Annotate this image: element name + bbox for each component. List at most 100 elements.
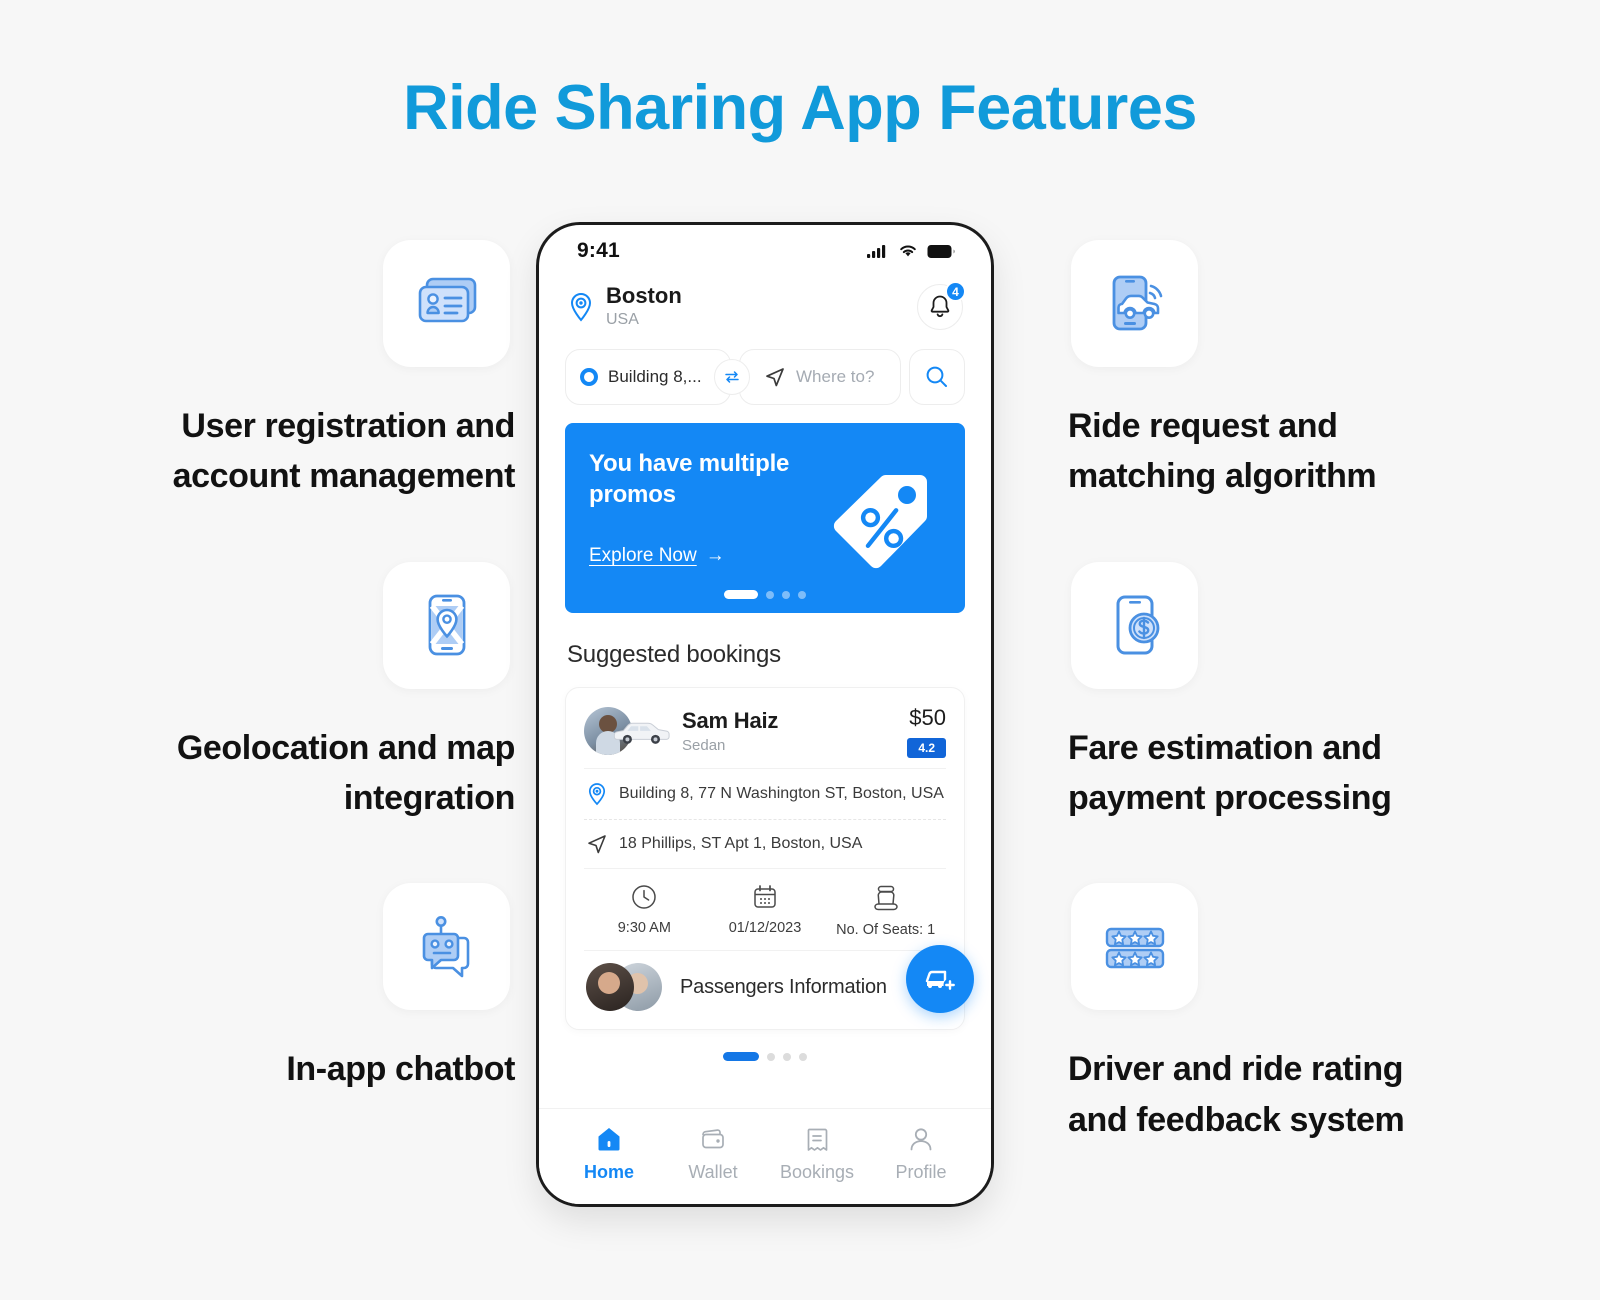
meta-time: 9:30 AM [584, 883, 705, 938]
phone-dollar-coin-icon-box [1071, 561, 1198, 689]
booking-dot-2[interactable] [767, 1052, 775, 1061]
swap-locations-button[interactable] [714, 359, 750, 396]
pickup-input[interactable]: Building 8,... [565, 349, 750, 406]
location-selector[interactable]: Boston USA [567, 283, 682, 331]
location-city: Boston [606, 283, 682, 308]
add-ride-button[interactable] [906, 945, 974, 1014]
profile-icon [910, 1127, 932, 1150]
phone-dollar-coin-icon [1116, 595, 1159, 655]
id-cards-icon [418, 277, 476, 322]
notification-badge: 4 [945, 281, 966, 303]
swap-arrows-icon [725, 371, 739, 383]
explore-now-label: Explore Now [589, 545, 697, 567]
navigation-arrow-icon [588, 835, 606, 854]
poster-root: Ride Sharing App Features User registrat… [0, 0, 1600, 1300]
feature-label: In-app chatbot [286, 1050, 515, 1089]
promo-dot-3[interactable] [782, 590, 790, 599]
dropoff-address-row: 18 Phillips, ST Apt 1, Boston, USA [584, 820, 946, 868]
promo-pagination[interactable] [565, 590, 965, 600]
pickup-radio-icon [580, 368, 598, 387]
chatbot-robot-icon [422, 915, 469, 978]
car-seat-icon [873, 885, 898, 911]
dropoff-address: 18 Phillips, ST Apt 1, Boston, USA [619, 835, 863, 853]
feature-label: User registration and account management [172, 407, 516, 496]
percent-tag-icon [833, 475, 928, 569]
explore-now-link[interactable]: Explore Now → [589, 545, 725, 567]
passenger-avatar-1 [586, 963, 634, 1012]
bottom-tab-bar: Home Wallet Bookings Profile [539, 1108, 991, 1204]
cellular-signal-icon [867, 245, 886, 258]
phone-map-pin-icon-box [383, 561, 510, 689]
search-icon [926, 366, 947, 388]
tab-home-label: Home [583, 1161, 634, 1182]
booking-header: Sam Haiz Sedan $50 4.2 [584, 704, 946, 758]
notification-button[interactable]: 4 [917, 281, 966, 331]
clock-icon [632, 885, 657, 909]
tab-wallet[interactable]: Wallet [661, 1125, 765, 1183]
promo-banner[interactable]: You have multiple promos Explore Now → [565, 423, 965, 614]
vehicle-type: Sedan [682, 737, 726, 755]
driver-name: Sam Haiz [682, 708, 779, 734]
wallet-icon [702, 1128, 724, 1148]
calendar-icon [754, 885, 776, 908]
booking-price-block: $50 4.2 [907, 705, 946, 758]
feature-ride-request: Ride request and matching algorithm [1068, 240, 1538, 502]
location-pin-icon [588, 783, 606, 806]
booking-card[interactable]: Sam Haiz Sedan $50 4.2 Building 8, 77 N … [565, 687, 974, 1031]
destination-input[interactable]: Where to? [739, 349, 901, 406]
promo-dot-2[interactable] [766, 590, 774, 599]
meta-time-label: 9:30 AM [617, 920, 671, 937]
meta-seats: No. Of Seats: 1 [825, 883, 946, 938]
booking-pagination[interactable] [539, 1052, 991, 1062]
status-icons [867, 243, 955, 259]
location-pin-icon [570, 293, 592, 322]
location-header: Boston USA 4 [539, 277, 991, 331]
feature-fare-payment: Fare estimation and payment processing [1068, 561, 1538, 824]
booking-dot-3[interactable] [783, 1052, 791, 1061]
ride-price: $50 [909, 704, 946, 730]
wifi-icon [900, 245, 916, 257]
feature-label: Driver and ride rating and feedback syst… [1068, 1050, 1405, 1139]
promo-dot-4[interactable] [798, 590, 806, 599]
booking-meta-row: 9:30 AM 01/12/2023 No. Of Seats: 1 [584, 869, 946, 950]
feature-chatbot: In-app chatbot [45, 883, 515, 1094]
right-feature-column: Ride request and matching algorithm Fare… [1068, 232, 1538, 1145]
star-rating-rows-icon-box [1071, 883, 1198, 1011]
home-icon [598, 1127, 620, 1150]
trip-search-row: Building 8,... Where to? [565, 349, 965, 406]
status-time: 9:41 [577, 239, 620, 262]
pickup-address-row: Building 8, 77 N Washington ST, Boston, … [584, 769, 946, 819]
star-rating-rows-icon [1105, 927, 1164, 968]
left-feature-column: User registration and account management… [45, 232, 515, 1095]
feature-label: Ride request and matching algorithm [1068, 407, 1377, 496]
booking-dot-4[interactable] [799, 1052, 807, 1061]
driver-rating-badge: 4.2 [907, 737, 946, 758]
phone-mockup: 9:41 Boston USA 4 Building 8,... Where t… [536, 222, 994, 1207]
tab-home[interactable]: Home [557, 1125, 661, 1183]
id-cards-icon-box [383, 240, 510, 367]
pickup-value: Building 8,... [608, 367, 702, 387]
meta-date-label: 01/12/2023 [728, 920, 802, 937]
feature-label: Fare estimation and payment processing [1068, 728, 1392, 817]
page-title: Ride Sharing App Features [403, 73, 1197, 143]
passengers-row[interactable]: Passengers Information [584, 945, 974, 1019]
feature-geolocation: Geolocation and map integration [45, 561, 516, 824]
bookings-icon [807, 1128, 828, 1151]
feature-rating-feedback: Driver and ride rating and feedback syst… [1068, 883, 1538, 1145]
tab-profile-label: Profile [895, 1161, 947, 1182]
add-ride-icon [925, 970, 957, 992]
tab-bookings[interactable]: Bookings [765, 1125, 869, 1183]
search-button[interactable] [909, 349, 965, 406]
feature-label: Geolocation and map integration [176, 728, 516, 817]
phone-screen: 9:41 Boston USA 4 Building 8,... Where t… [539, 225, 991, 1108]
tab-wallet-label: Wallet [688, 1161, 738, 1182]
passenger-avatars [586, 963, 664, 1012]
promo-dot-1[interactable] [724, 590, 758, 600]
phone-car-signal-icon [1112, 275, 1162, 330]
promo-title: You have multiple promos [589, 450, 790, 508]
meta-seats-label: No. Of Seats: 1 [836, 922, 936, 939]
navigation-arrow-icon [766, 368, 784, 387]
booking-dot-1[interactable] [723, 1052, 759, 1062]
destination-placeholder: Where to? [796, 367, 875, 387]
tab-profile[interactable]: Profile [869, 1125, 973, 1183]
